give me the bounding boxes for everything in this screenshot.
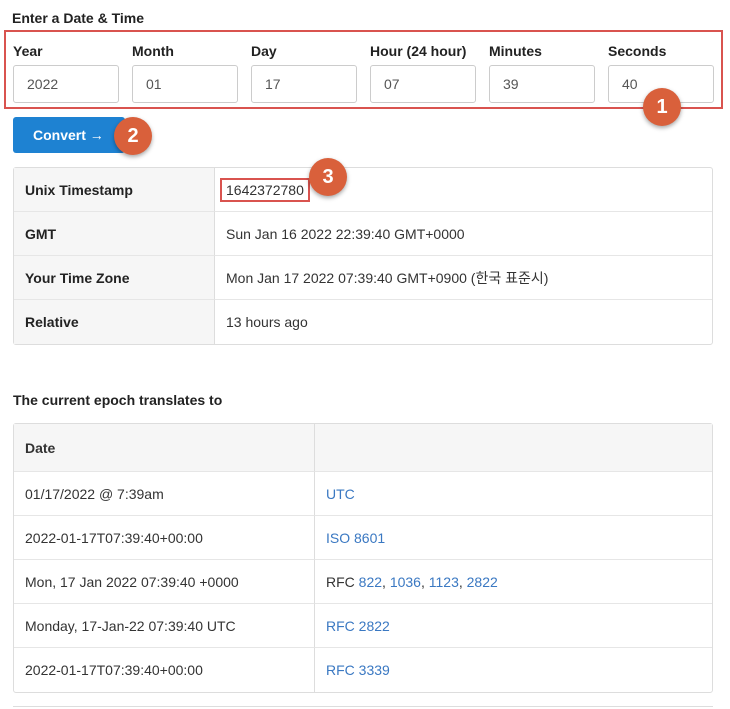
annotation-badge-1: 1 (643, 88, 681, 126)
year-field: Year (13, 42, 119, 103)
relative-label: Relative (14, 300, 215, 344)
minutes-field: Minutes (489, 42, 595, 103)
rfc-822-link[interactable]: 822 (359, 574, 382, 590)
format-column-header (315, 424, 712, 472)
rfc-1123-link[interactable]: 1123 (429, 574, 459, 590)
day-label: Day (251, 43, 277, 59)
table-row: Relative 13 hours ago (14, 300, 712, 344)
epoch-heading: The current epoch translates to (13, 392, 223, 408)
table-row: Mon, 17 Jan 2022 07:39:40 +0000 RFC 822,… (14, 560, 712, 604)
divider (13, 706, 713, 707)
minutes-label: Minutes (489, 43, 542, 59)
your-time-zone-label: Your Time Zone (14, 256, 215, 300)
table-row: Monday, 17-Jan-22 07:39:40 UTC RFC 2822 (14, 604, 712, 648)
date-cell: Mon, 17 Jan 2022 07:39:40 +0000 (14, 560, 315, 604)
date-column-header: Date (14, 424, 315, 472)
utc-link[interactable]: UTC (326, 486, 355, 502)
table-row: 2022-01-17T07:39:40+00:00 ISO 8601 (14, 516, 712, 560)
month-label: Month (132, 43, 174, 59)
rfc-list-cell: RFC 822, 1036, 1123, 2822 (315, 560, 712, 604)
rfc-2822-format-link[interactable]: RFC 2822 (326, 618, 390, 634)
unix-timestamp-value: 1642372780 (220, 177, 310, 202)
hour-input[interactable] (370, 65, 476, 103)
your-time-zone-value: Mon Jan 17 2022 07:39:40 GMT+0900 (한국 표준… (215, 256, 712, 300)
date-cell: 2022-01-17T07:39:40+00:00 (14, 516, 315, 560)
form-heading: Enter a Date & Time (12, 10, 145, 26)
date-cell: 01/17/2022 @ 7:39am (14, 472, 315, 516)
table-row: GMT Sun Jan 16 2022 22:39:40 GMT+0000 (14, 212, 712, 256)
iso-8601-link[interactable]: ISO 8601 (326, 530, 385, 546)
result-table: Unix Timestamp 1642372780 GMT Sun Jan 16… (13, 167, 713, 345)
day-field: Day (251, 42, 357, 103)
relative-value: 13 hours ago (226, 314, 308, 330)
day-input[interactable] (251, 65, 357, 103)
unix-timestamp-label: Unix Timestamp (14, 168, 215, 212)
annotation-badge-3: 3 (309, 158, 347, 196)
table-row: 01/17/2022 @ 7:39am UTC (14, 472, 712, 516)
date-cell: Monday, 17-Jan-22 07:39:40 UTC (14, 604, 315, 648)
gmt-value: Sun Jan 16 2022 22:39:40 GMT+0000 (215, 212, 712, 256)
rfc-3339-link[interactable]: RFC 3339 (326, 662, 390, 678)
rfc-2822-link[interactable]: 2822 (467, 574, 498, 590)
annotation-badge-2: 2 (114, 117, 152, 155)
hour-field: Hour (24 hour) (370, 42, 476, 103)
epoch-formats-table: Date 01/17/2022 @ 7:39am UTC 2022-01-17T… (13, 423, 713, 693)
table-row: 2022-01-17T07:39:40+00:00 RFC 3339 (14, 648, 712, 692)
unix-timestamp-cell: 1642372780 (215, 168, 712, 212)
hour-label: Hour (24 hour) (370, 43, 467, 59)
month-input[interactable] (132, 65, 238, 103)
rfc-prefix: RFC (326, 573, 355, 590)
table-row: Unix Timestamp 1642372780 (14, 168, 712, 212)
seconds-label: Seconds (608, 43, 667, 59)
rfc-1036-link[interactable]: 1036 (390, 574, 421, 590)
gmt-label: GMT (14, 212, 215, 256)
minutes-input[interactable] (489, 65, 595, 103)
year-label: Year (13, 43, 43, 59)
table-row: Your Time Zone Mon Jan 17 2022 07:39:40 … (14, 256, 712, 300)
month-field: Month (132, 42, 238, 103)
convert-button[interactable]: Convert → (13, 117, 125, 153)
table-header-row: Date (14, 424, 712, 472)
date-cell: 2022-01-17T07:39:40+00:00 (14, 648, 315, 692)
year-input[interactable] (13, 65, 119, 103)
